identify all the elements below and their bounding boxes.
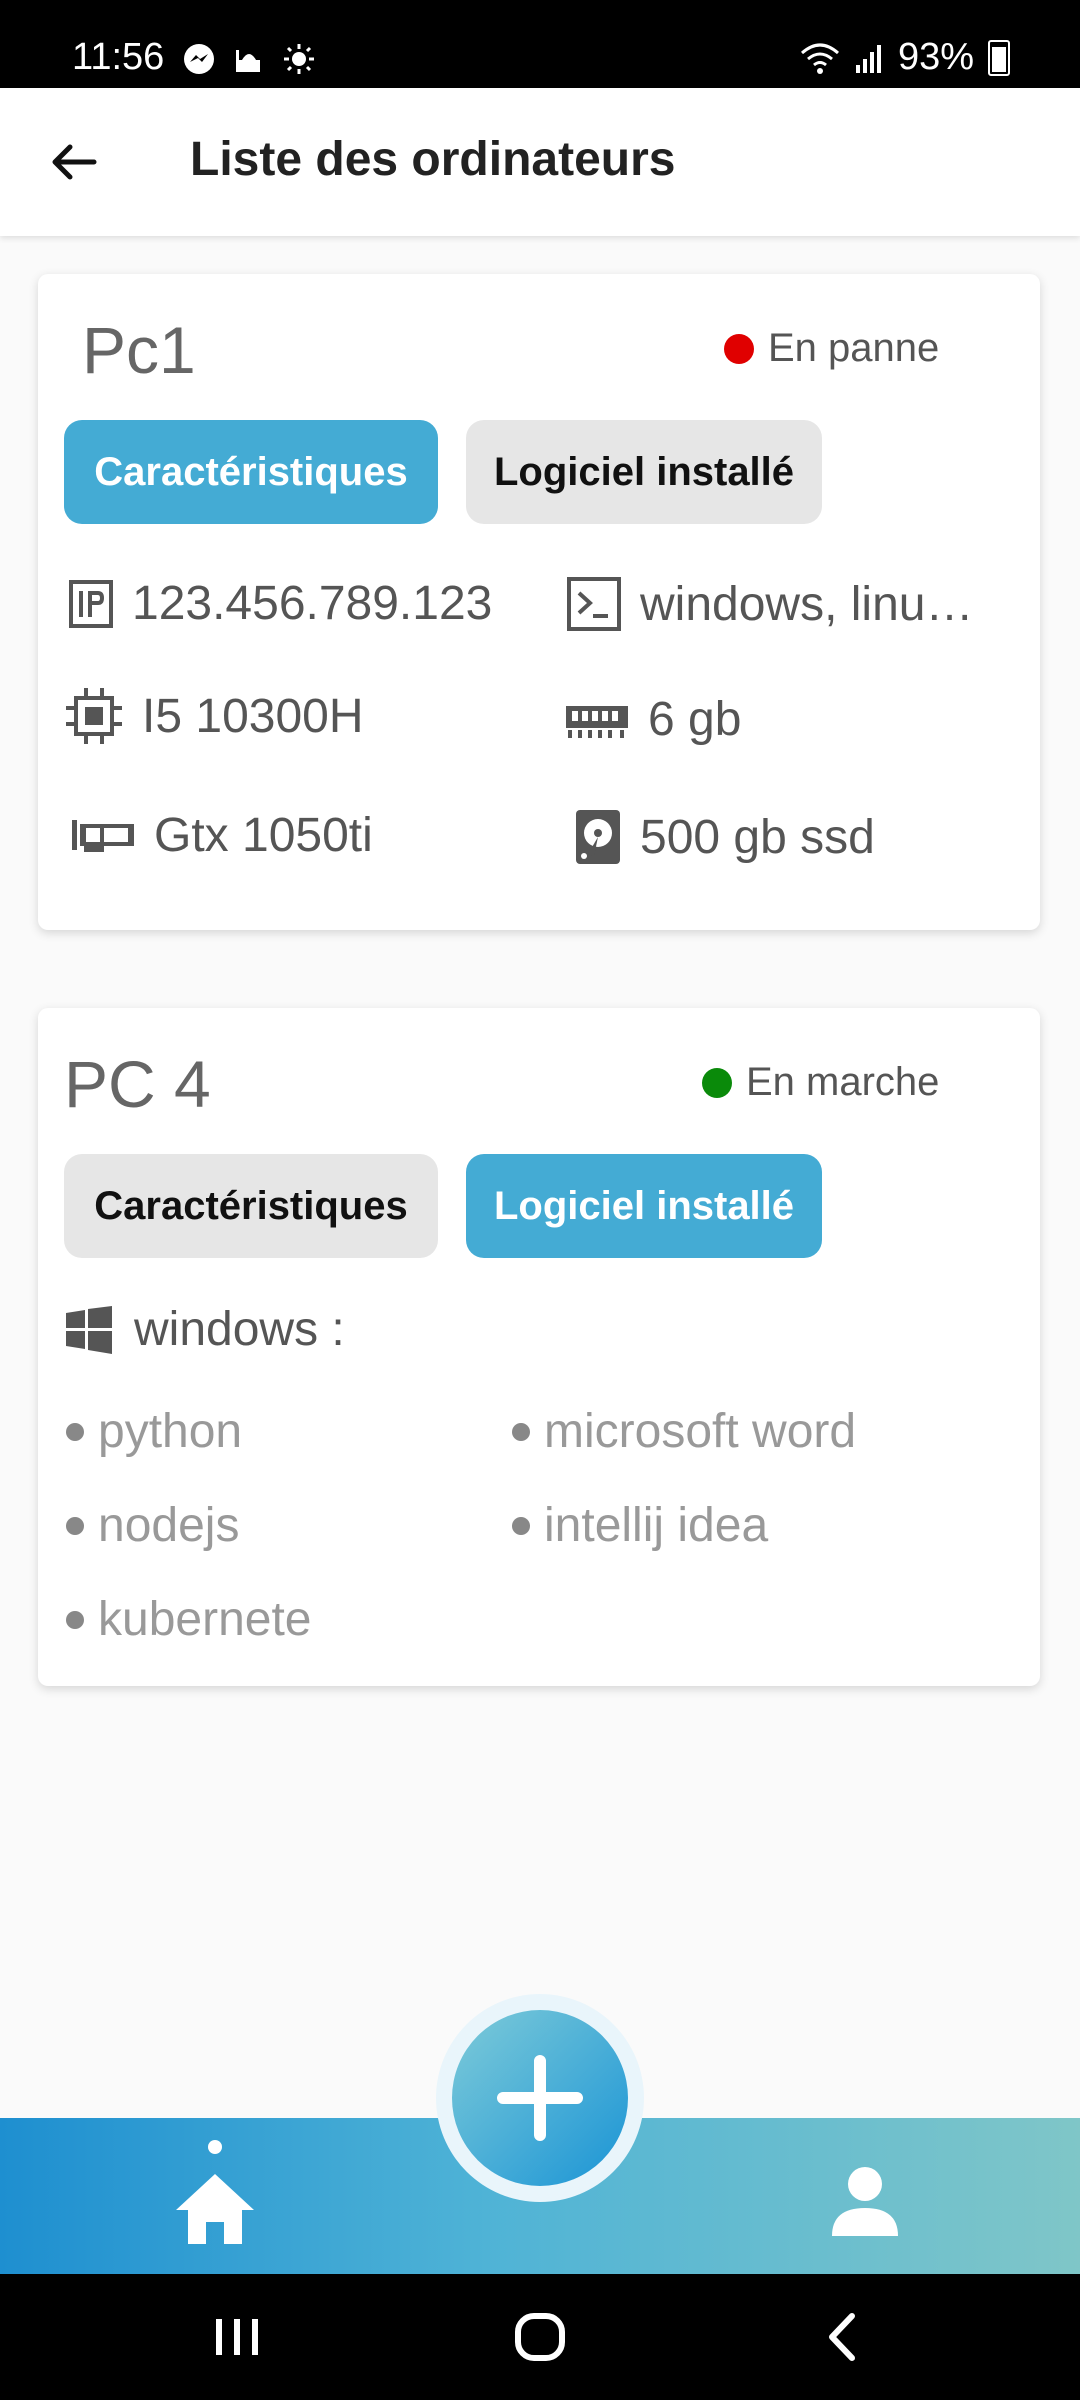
spec-os-value: windows, linu… [640,577,974,631]
add-icon [497,2055,583,2141]
profile-icon [832,2167,898,2236]
hard-drive-icon [576,810,620,864]
tab-logiciel-installe[interactable]: Logiciel installé [466,420,822,524]
software-item: python [66,1404,242,1459]
back-chevron-icon[interactable] [808,2304,878,2370]
status-indicator: En marche [702,1060,939,1105]
spec-ip-value: 123.456.789.123 [132,577,493,630]
windows-icon [66,1305,112,1354]
bullet [66,1422,84,1441]
recents-icon[interactable] [202,2304,272,2370]
spec-cpu: I5 10300H [64,686,364,746]
tab-caracteristiques[interactable]: Caractéristiques [64,420,438,524]
software-name: microsoft word [544,1405,857,1458]
status-icons-left [182,42,316,76]
ip-icon [69,579,113,628]
spec-gpu: Gtx 1050ti [70,808,373,863]
gpu-icon [72,819,134,852]
status-bar: 11:56 93% [0,0,1080,88]
tab-caracteristiques[interactable]: Caractéristiques [64,1154,438,1258]
signal-icon [855,44,881,73]
status-indicator: En panne [724,326,939,371]
spec-gpu-value: Gtx 1050ti [154,809,373,862]
computer-name: Pc1 [82,313,196,387]
status-icons-right: 93% [800,36,1010,79]
software-item: intellij idea [512,1498,768,1553]
brightness-icon [284,44,314,74]
software-name: python [98,1405,243,1458]
battery-icon [988,39,1010,76]
battery-percent: 93% [897,36,974,78]
home-circle-icon[interactable] [505,2304,575,2370]
spec-os: windows, linu… [566,576,973,632]
status-time: 11:56 [72,36,165,78]
nav-home[interactable] [170,2138,260,2258]
terminal-icon [567,577,621,631]
software-item: microsoft word [512,1404,856,1459]
system-navigation-bar [0,2274,1080,2400]
home-icon [176,2174,254,2244]
os-label: windows : [134,1303,345,1356]
spec-ip: 123.456.789.123 [68,576,492,631]
computer-card[interactable]: Pc1 En panne Caractéristiques Logiciel i… [38,274,1040,930]
bullet [512,1516,530,1535]
ram-icon [566,705,628,738]
nav-profile[interactable] [820,2156,910,2246]
bullet [66,1610,84,1629]
spec-ram-value: 6 gb [648,693,742,746]
status-dot [724,333,754,364]
computer-name: PC 4 [64,1047,211,1121]
add-button[interactable] [452,2010,628,2186]
spec-cpu-value: I5 10300H [142,689,364,743]
software-name: intellij idea [544,1499,769,1552]
app-bar: Liste des ordinateurs [0,88,1080,236]
arrow-left-icon[interactable] [44,132,104,192]
wifi-icon [800,43,839,74]
messenger-icon [184,44,214,74]
status-label: En marche [746,1060,940,1104]
bullet [512,1422,530,1441]
spec-ram: 6 gb [564,692,741,747]
software-item: kubernete [66,1592,312,1647]
os-heading: windows : [64,1302,345,1357]
status-dot [702,1067,732,1098]
cpu-icon [66,688,122,744]
mosque-icon [236,50,260,72]
status-label: En panne [768,326,940,370]
spec-storage: 500 gb ssd [574,808,875,866]
active-indicator [208,2140,222,2154]
software-name: kubernete [98,1593,312,1646]
bullet [66,1516,84,1535]
software-item: nodejs [66,1498,239,1553]
tab-logiciel-installe[interactable]: Logiciel installé [466,1154,822,1258]
software-name: nodejs [98,1499,240,1552]
computer-card[interactable]: PC 4 En marche Caractéristiques Logiciel… [38,1008,1040,1686]
page-title: Liste des ordinateurs [190,133,676,186]
spec-storage-value: 500 gb ssd [640,810,875,864]
